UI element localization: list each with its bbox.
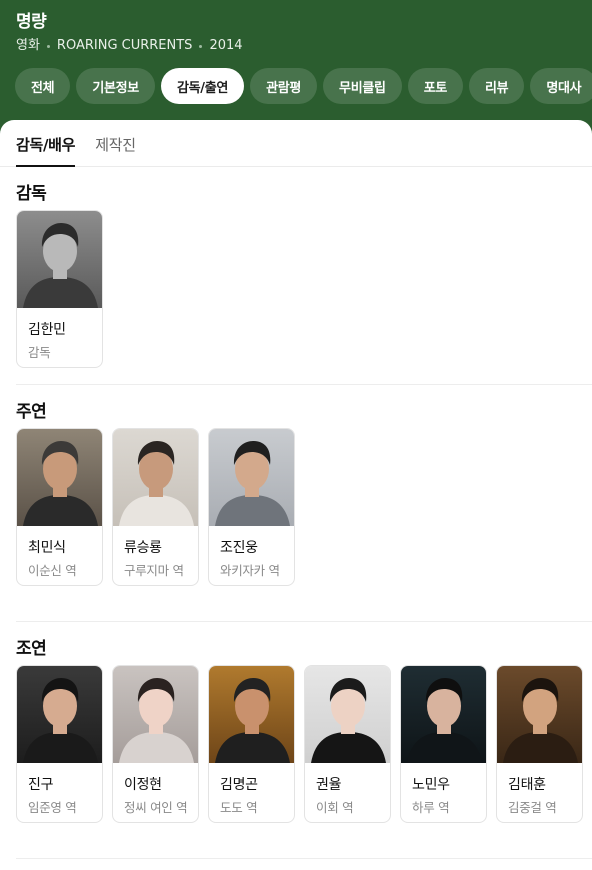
person-card[interactable]: 김태훈김중걸 역 xyxy=(496,665,583,823)
profile-image xyxy=(113,666,198,763)
person-role: 감독 xyxy=(28,345,51,360)
person-name[interactable]: 김명곤 xyxy=(220,774,294,794)
person-card-list: 최민식이순신 역 류승룡구루지마 역 조진웅와키자카 역 xyxy=(16,428,592,586)
tab-cast[interactable]: 감독/출연 xyxy=(160,68,245,104)
subtab-staff[interactable]: 제작진 xyxy=(95,134,136,167)
content-panel: 감독/배우 제작진 감독 김한민 감독 주연 최민식 이순신 역 류승룡 구루지마 역 xyxy=(0,120,592,870)
person-name[interactable]: 이정현 xyxy=(124,774,198,794)
profile-image xyxy=(497,666,582,763)
person-role: 구루지마 역 xyxy=(124,563,184,578)
section-title: 조연 xyxy=(16,639,47,659)
person-name[interactable]: 조진웅 xyxy=(220,537,294,557)
person-role: 도도 역 xyxy=(220,800,258,815)
meta-separator-dot xyxy=(199,44,203,48)
tab-all[interactable]: 전체 xyxy=(15,68,71,104)
tab-reviews[interactable]: 관람평 xyxy=(250,68,318,104)
person-card[interactable]: 조진웅와키자카 역 xyxy=(208,428,295,586)
meta-year: 2014 xyxy=(209,38,243,53)
section-leading: 주연 최민식이순신 역 류승룡구루지마 역 조진웅와키자카 역 xyxy=(16,402,592,586)
person-role: 이순신 역 xyxy=(28,563,77,578)
person-photo[interactable] xyxy=(17,211,102,308)
person-card[interactable]: 이정현정씨 여인 역 xyxy=(112,665,199,823)
meta-separator-dot xyxy=(46,44,50,48)
profile-image xyxy=(209,429,294,526)
person-card-list: 진구임준영 역 이정현정씨 여인 역 김명곤도도 역 권율이회 역 노민우하루 … xyxy=(16,665,592,823)
profile-image xyxy=(17,666,102,763)
profile-image xyxy=(113,429,198,526)
person-name[interactable]: 김한민 xyxy=(28,319,102,339)
profile-image xyxy=(209,666,294,763)
person-card[interactable]: 류승룡구루지마 역 xyxy=(112,428,199,586)
person-name[interactable]: 노민우 xyxy=(412,774,486,794)
person-card[interactable]: 김한민감독 xyxy=(16,210,103,368)
subtab-director-actors[interactable]: 감독/배우 xyxy=(16,134,75,167)
movie-header: 명량 영화 ROARING CURRENTS 2014 전체 기본정보 감독/출… xyxy=(0,0,592,128)
person-role: 김중걸 역 xyxy=(508,800,557,815)
meta-type: 영화 xyxy=(16,38,40,53)
section-director: 감독 김한민 감독 xyxy=(16,184,592,368)
meta-english-title: ROARING CURRENTS xyxy=(56,38,193,53)
person-photo[interactable] xyxy=(401,666,486,763)
person-photo[interactable] xyxy=(209,666,294,763)
tab-photos[interactable]: 포토 xyxy=(407,68,464,104)
person-photo[interactable] xyxy=(113,429,198,526)
person-photo[interactable] xyxy=(209,429,294,526)
section-divider xyxy=(16,384,592,385)
person-photo[interactable] xyxy=(113,666,198,763)
person-photo[interactable] xyxy=(497,666,582,763)
section-divider xyxy=(16,621,592,622)
movie-meta: 영화 ROARING CURRENTS 2014 xyxy=(16,38,592,54)
tab-movie-clips[interactable]: 무비클립 xyxy=(323,68,402,104)
person-name[interactable]: 최민식 xyxy=(28,537,102,557)
section-title: 주연 xyxy=(16,402,47,422)
person-role: 임준영 역 xyxy=(28,800,77,815)
person-name[interactable]: 류승룡 xyxy=(124,537,198,557)
tab-basic-info[interactable]: 기본정보 xyxy=(76,68,155,104)
section-supporting: 조연 진구임준영 역 이정현정씨 여인 역 김명곤도도 역 권율이회 역 xyxy=(16,639,592,823)
profile-image xyxy=(401,666,486,763)
person-card[interactable]: 최민식이순신 역 xyxy=(16,428,103,586)
person-card[interactable]: 진구임준영 역 xyxy=(16,665,103,823)
person-photo[interactable] xyxy=(305,666,390,763)
section-divider xyxy=(16,858,592,859)
person-card[interactable]: 노민우하루 역 xyxy=(400,665,487,823)
person-name[interactable]: 권율 xyxy=(316,774,390,794)
tab-famous-lines[interactable]: 명대사 xyxy=(530,68,592,104)
section-title: 감독 xyxy=(16,184,47,204)
person-name[interactable]: 진구 xyxy=(28,774,102,794)
person-role: 이회 역 xyxy=(316,800,354,815)
person-role: 하루 역 xyxy=(412,800,450,815)
tab-critic-reviews[interactable]: 리뷰 xyxy=(469,68,525,104)
person-card[interactable]: 권율이회 역 xyxy=(304,665,391,823)
profile-image xyxy=(17,429,102,526)
profile-image xyxy=(17,211,102,308)
cast-subtabs: 감독/배우 제작진 xyxy=(0,120,592,167)
person-photo[interactable] xyxy=(17,666,102,763)
person-card[interactable]: 김명곤도도 역 xyxy=(208,665,295,823)
profile-image xyxy=(305,666,390,763)
movie-title: 명량 xyxy=(16,12,47,32)
person-name[interactable]: 김태훈 xyxy=(508,774,582,794)
person-card-list: 김한민감독 xyxy=(16,210,592,368)
person-photo[interactable] xyxy=(17,429,102,526)
person-role: 정씨 여인 역 xyxy=(124,800,188,815)
person-role: 와키자카 역 xyxy=(220,563,280,578)
category-tabs: 전체 기본정보 감독/출연 관람평 무비클립 포토 리뷰 명대사 xyxy=(15,68,592,104)
